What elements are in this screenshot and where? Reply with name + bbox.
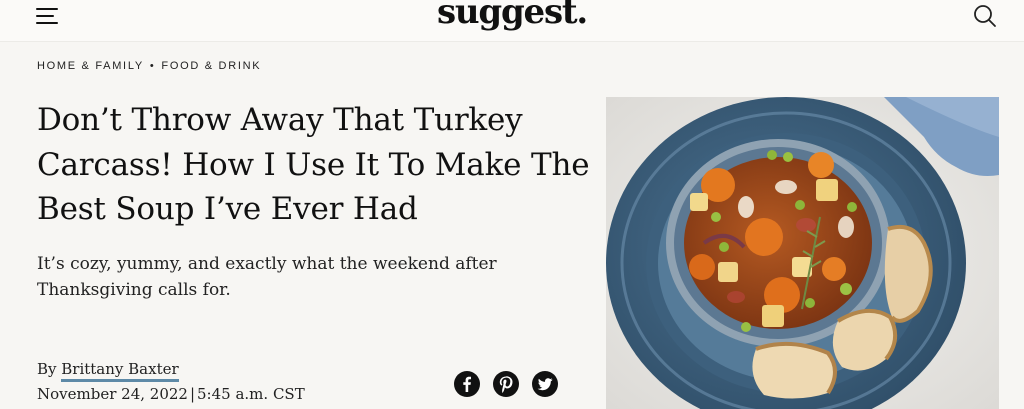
- hero-image-turkey-soup: [606, 97, 999, 409]
- search-icon[interactable]: [973, 4, 997, 28]
- twitter-share-button[interactable]: [532, 371, 558, 397]
- pinterest-share-button[interactable]: [493, 371, 519, 397]
- facebook-icon: [463, 376, 471, 392]
- author-link[interactable]: Brittany Baxter: [61, 360, 179, 382]
- date-separator: |: [189, 385, 196, 403]
- site-logo[interactable]: suggest.: [0, 0, 1024, 32]
- publish-date: November 24, 2022: [37, 385, 188, 403]
- publish-dateline: November 24, 2022 | 5:45 a.m. CST: [37, 385, 305, 403]
- breadcrumb-food-drink[interactable]: FOOD & DRINK: [161, 60, 261, 72]
- publish-time: 5:45 a.m. CST: [197, 385, 305, 403]
- twitter-icon: [537, 378, 553, 391]
- pinterest-icon: [499, 376, 513, 393]
- breadcrumb-home-family[interactable]: HOME & FAMILY: [37, 60, 144, 72]
- byline: By Brittany Baxter: [37, 360, 179, 382]
- article-headline: Don’t Throw Away That Turkey Carcass! Ho…: [37, 102, 590, 227]
- top-nav-bar: suggest.: [0, 0, 1024, 42]
- article-subheadline: It’s cozy, yummy, and exactly what the w…: [37, 254, 497, 300]
- facebook-share-button[interactable]: [454, 371, 480, 397]
- breadcrumb-separator: •: [149, 60, 156, 72]
- breadcrumb: HOME & FAMILY • FOOD & DRINK: [37, 60, 261, 72]
- byline-prefix: By: [37, 360, 62, 378]
